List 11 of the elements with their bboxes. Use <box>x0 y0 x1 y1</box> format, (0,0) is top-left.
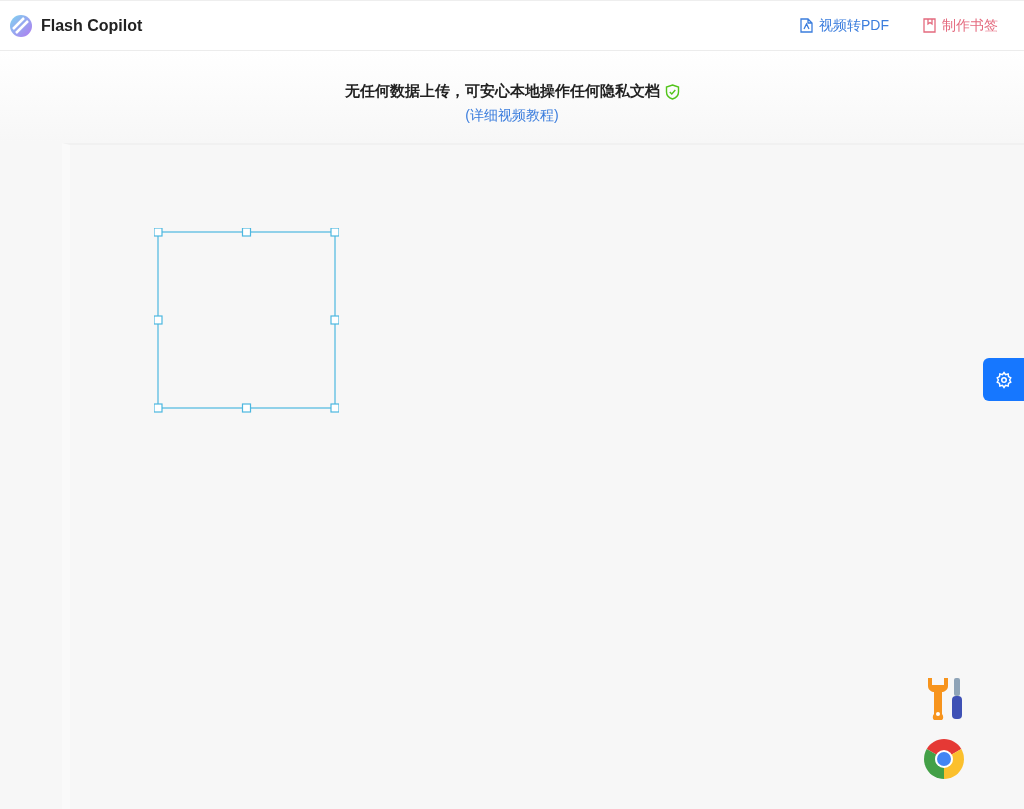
privacy-notice: 无任何数据上传，可安心本地操作任何隐私文档 <box>344 82 660 101</box>
bookmark-icon <box>923 18 936 33</box>
make-bookmark-link[interactable]: 制作书签 <box>923 16 998 35</box>
file-icon <box>800 18 813 33</box>
tutorial-link[interactable]: (详细视频教程) <box>465 107 559 125</box>
settings-button[interactable] <box>983 358 1024 401</box>
settings-icon <box>994 370 1013 389</box>
app-name: Flash Copilot <box>41 16 143 35</box>
logo-icon <box>9 13 33 38</box>
video-to-pdf-link[interactable]: 视频转PDF <box>800 16 889 35</box>
shield-check-icon <box>664 83 680 100</box>
